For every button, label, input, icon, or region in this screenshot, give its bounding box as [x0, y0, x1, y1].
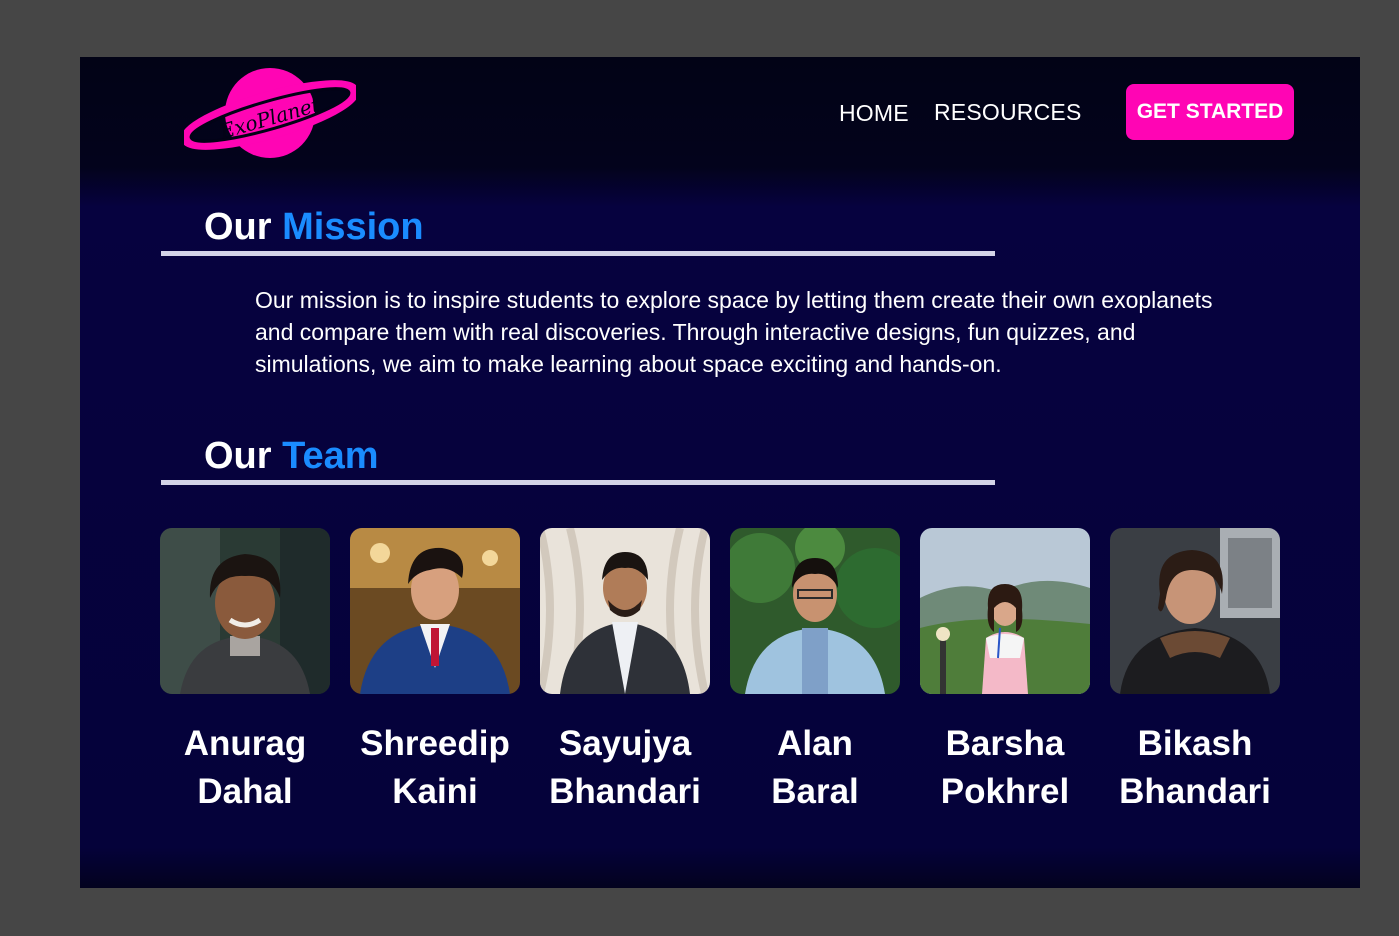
member-first-name: Bikash [1137, 724, 1253, 763]
member-last-name: Baral [771, 772, 859, 811]
member-photo [160, 528, 330, 694]
member-name: Anurag Dahal [150, 720, 340, 816]
team-member-card: Sayujya Bhandari [540, 528, 710, 816]
member-photo [540, 528, 710, 694]
nav-home-link[interactable]: HOME [839, 100, 909, 127]
member-first-name: Barsha [945, 724, 1065, 763]
member-last-name: Bhandari [549, 772, 701, 811]
team-grid: Anurag Dahal Shreedip Kaini Sayujya Bhan… [160, 528, 1280, 828]
nav-resources-link[interactable]: RESOURCES [934, 99, 1082, 126]
member-last-name: Kaini [392, 772, 478, 811]
team-heading: Our Team [204, 435, 379, 478]
member-name: Bikash Bhandari [1100, 720, 1290, 816]
mission-divider [161, 251, 995, 256]
member-last-name: Bhandari [1119, 772, 1271, 811]
member-photo [350, 528, 520, 694]
mission-paragraph: Our mission is to inspire students to ex… [255, 287, 1213, 377]
team-divider [161, 480, 995, 485]
member-photo [920, 528, 1090, 694]
team-member-card: Barsha Pokhrel [920, 528, 1090, 816]
mission-heading: Our Mission [204, 206, 424, 249]
team-heading-accent: Team [282, 435, 379, 477]
member-first-name: Sayujya [558, 724, 692, 763]
member-name: Barsha Pokhrel [910, 720, 1100, 816]
mission-heading-prefix: Our [204, 206, 272, 248]
member-photo [1110, 528, 1280, 694]
team-member-card: Bikash Bhandari [1110, 528, 1280, 816]
member-first-name: Anurag [183, 724, 307, 763]
team-heading-prefix: Our [204, 435, 272, 477]
member-last-name: Dahal [197, 772, 293, 811]
member-last-name: Pokhrel [940, 772, 1070, 811]
member-first-name: Shreedip [360, 724, 510, 763]
exoplanet-logo[interactable]: ExoPlanet [180, 65, 360, 161]
team-member-card: Anurag Dahal [160, 528, 330, 816]
member-name: Sayujya Bhandari [530, 720, 720, 816]
about-page: ExoPlanet HOME RESOURCES GET STARTED Our… [80, 57, 1360, 888]
member-name: Alan Baral [720, 720, 910, 816]
mission-heading-accent: Mission [282, 206, 424, 248]
member-photo [730, 528, 900, 694]
team-member-card: Alan Baral [730, 528, 900, 816]
member-first-name: Alan [777, 724, 853, 763]
team-member-card: Shreedip Kaini [350, 528, 520, 816]
member-name: Shreedip Kaini [340, 720, 530, 816]
get-started-button[interactable]: GET STARTED [1126, 84, 1294, 140]
